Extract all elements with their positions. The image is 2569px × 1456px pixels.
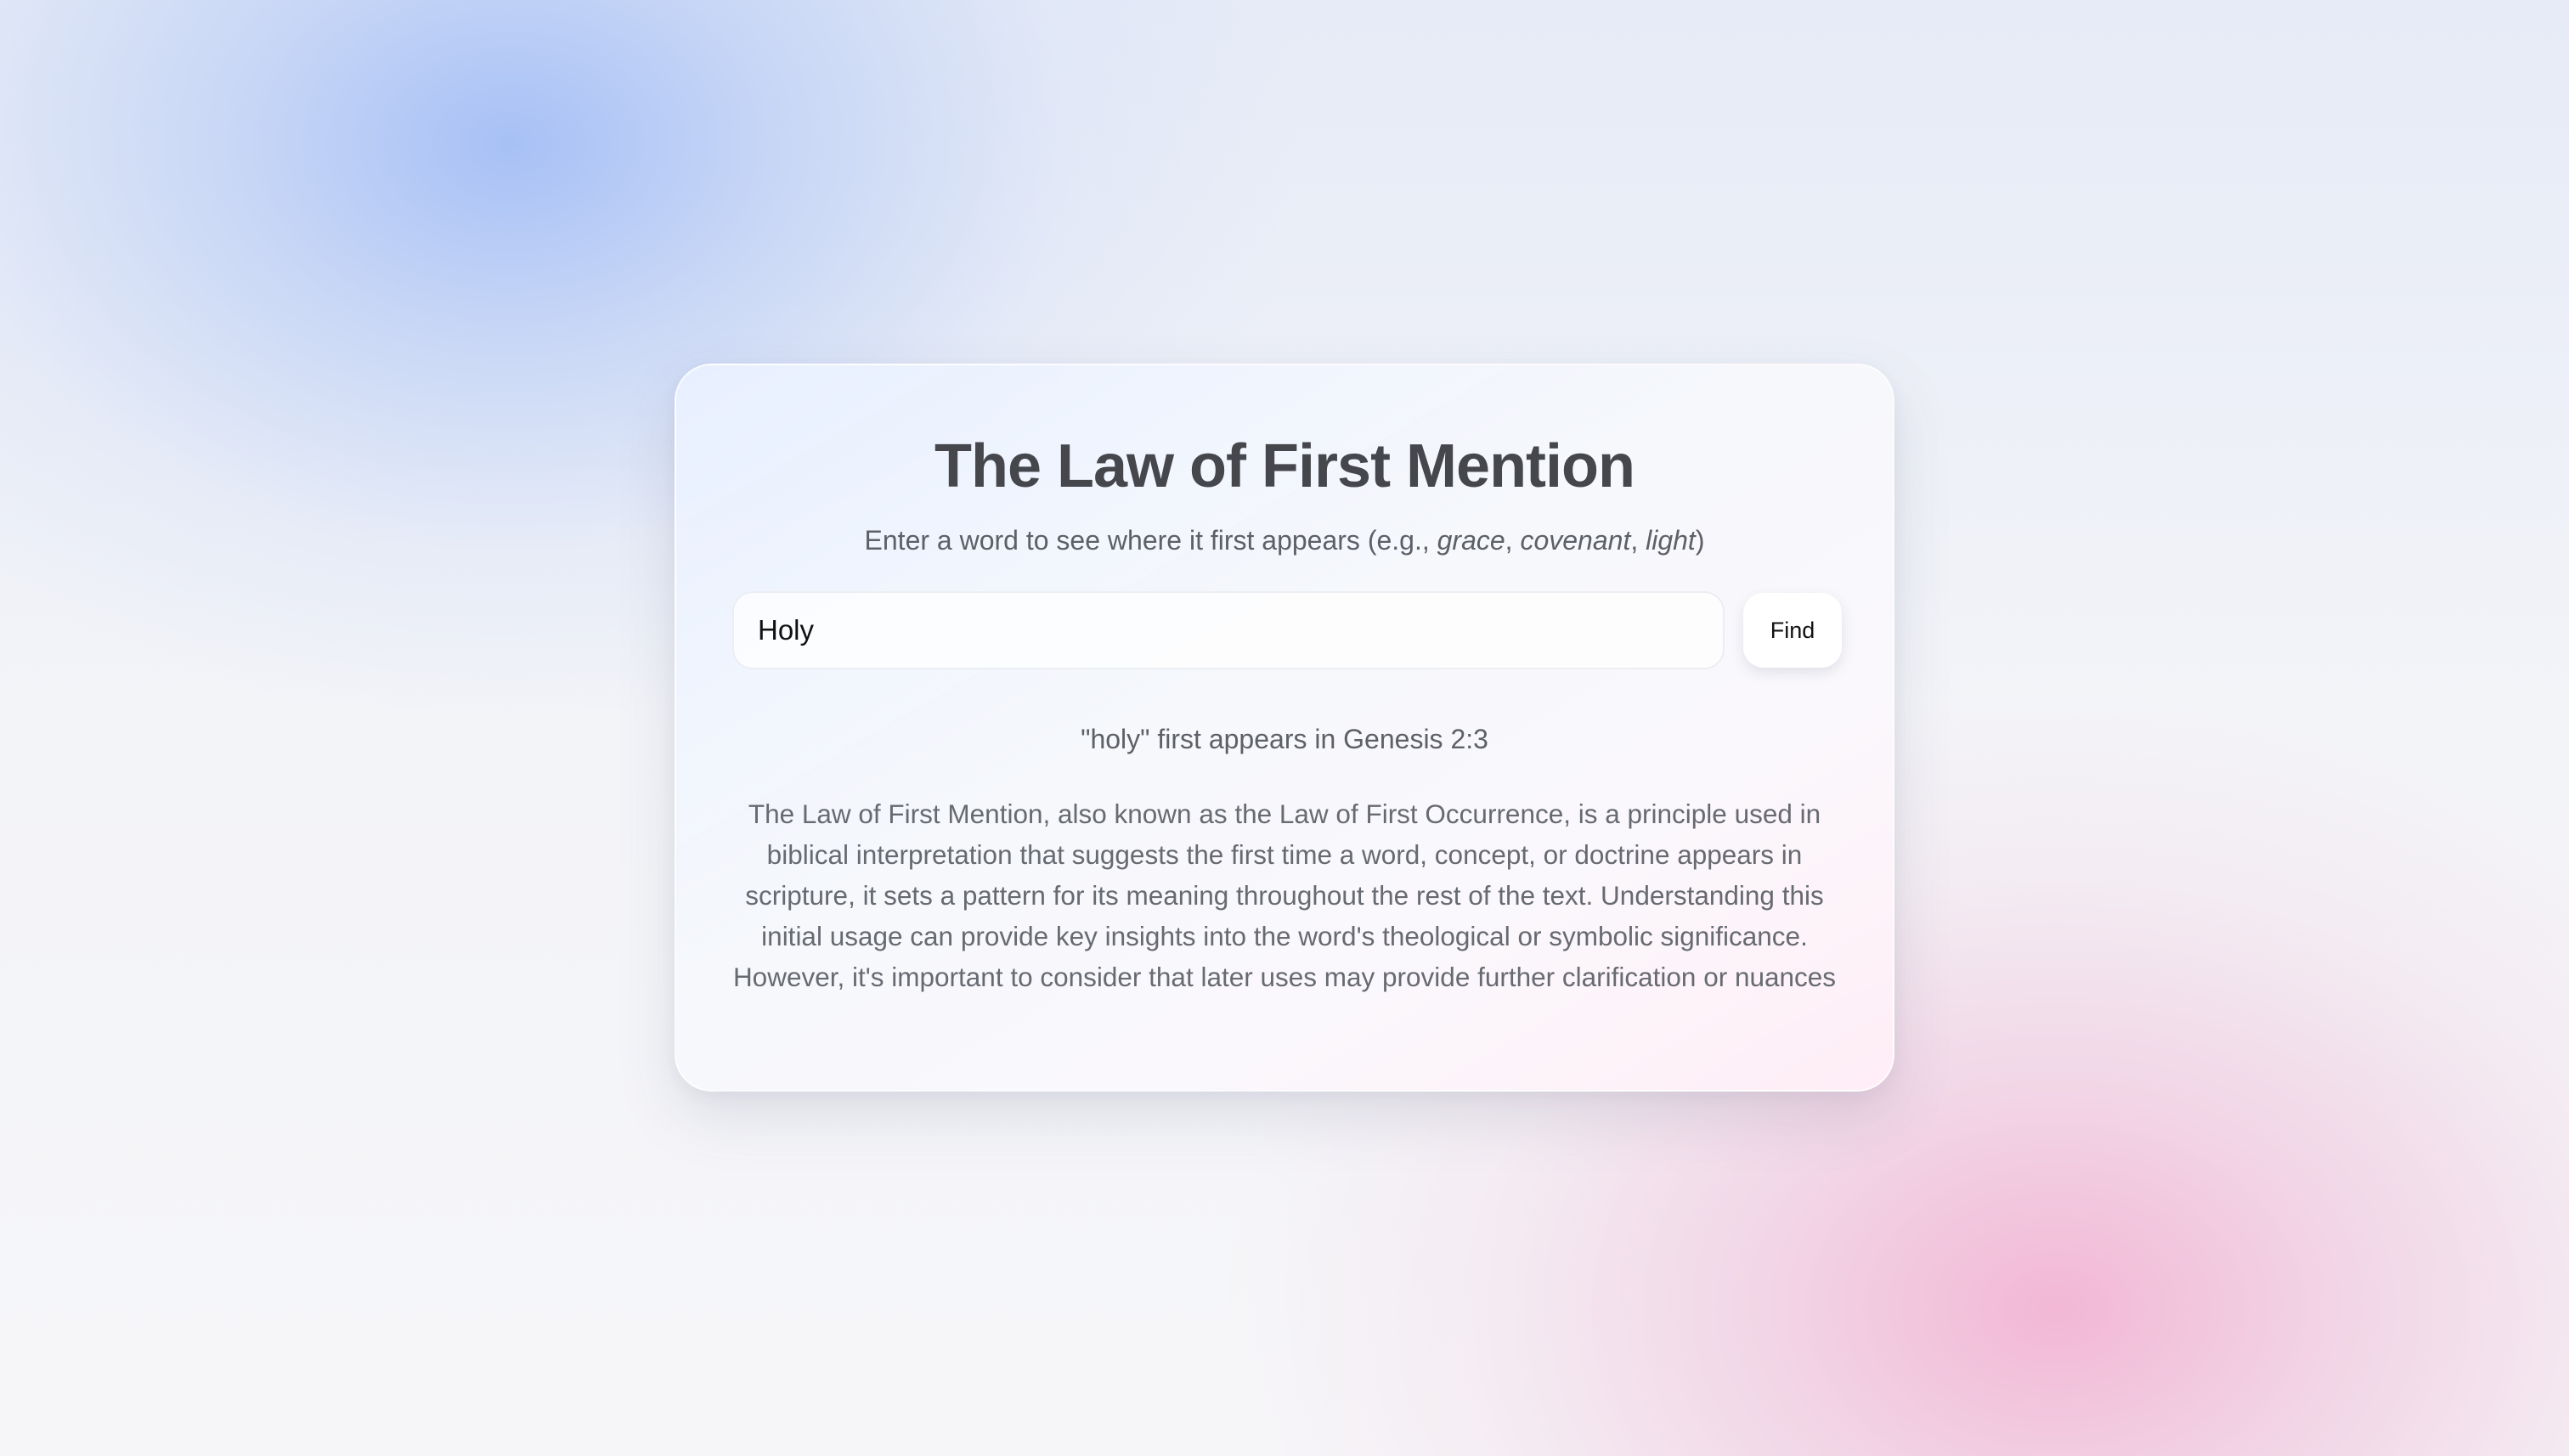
subtitle-prefix: Enter a word to see where it first appea…	[864, 525, 1437, 556]
page-title: The Law of First Mention	[934, 432, 1635, 500]
example-separator: ,	[1630, 525, 1646, 556]
example-separator: ,	[1505, 525, 1521, 556]
first-mention-result: "holy" first appears in Genesis 2:3	[1081, 724, 1488, 754]
main-card: The Law of First Mention Enter a word to…	[675, 364, 1894, 1092]
find-button[interactable]: Find	[1743, 593, 1842, 668]
law-explanation-text: The Law of First Mention, also known as …	[732, 799, 1837, 992]
example-word-light: light	[1646, 525, 1696, 556]
example-word-grace: grace	[1437, 525, 1505, 556]
word-search-input[interactable]	[732, 591, 1725, 669]
page-subtitle: Enter a word to see where it first appea…	[676, 523, 1893, 559]
example-word-covenant: covenant	[1520, 525, 1631, 556]
subtitle-suffix: )	[1695, 525, 1705, 556]
